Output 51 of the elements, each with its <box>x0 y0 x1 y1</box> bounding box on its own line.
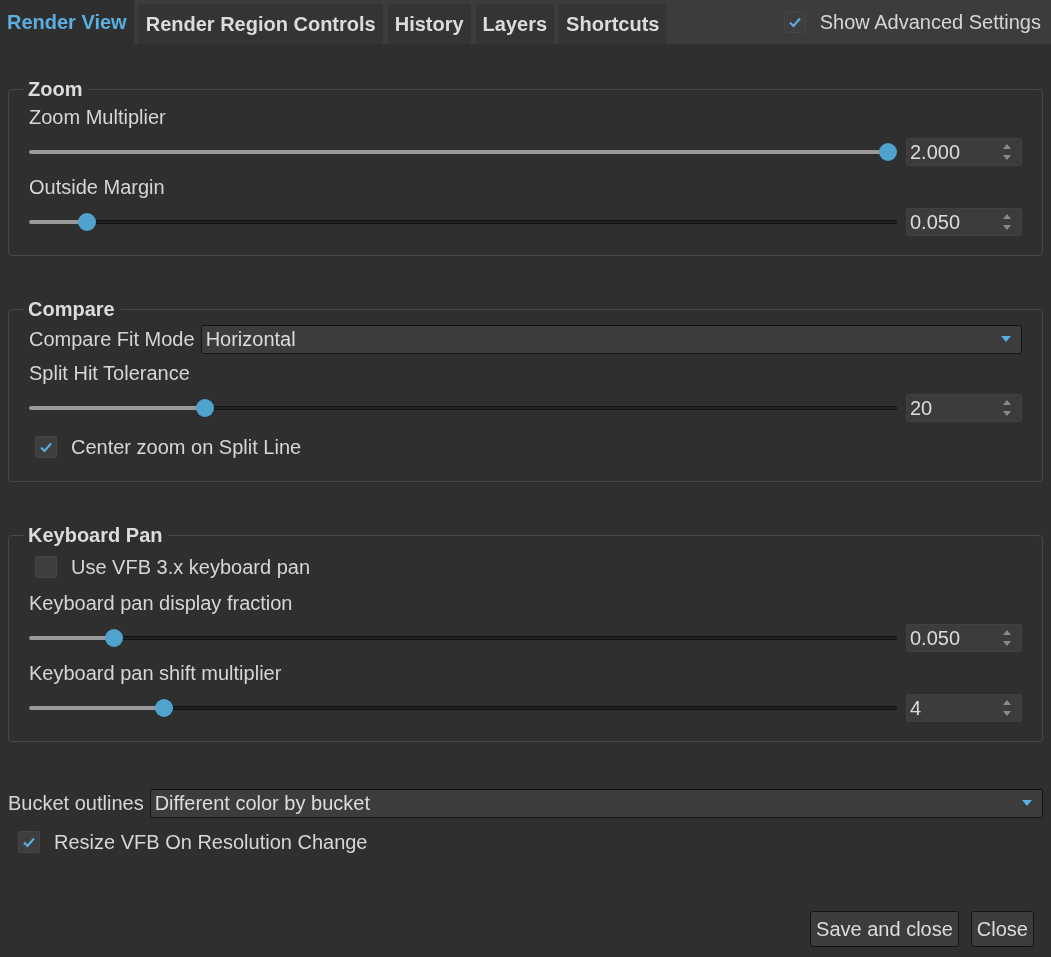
slider-label: Split Hit Tolerance <box>28 360 191 386</box>
group-title: Keyboard Pan <box>27 524 164 547</box>
number-field[interactable]: 20 <box>906 394 1022 422</box>
dialog-button[interactable]: Save and close <box>810 911 959 947</box>
group-title: Zoom <box>27 78 84 101</box>
tab[interactable]: History <box>387 4 471 44</box>
slider-thumb[interactable] <box>879 143 897 161</box>
slider[interactable] <box>29 698 897 718</box>
checkbox[interactable] <box>783 11 806 33</box>
slider-thumb[interactable] <box>196 399 215 417</box>
checkmark-icon <box>22 835 36 849</box>
dropdown[interactable]: Different color by bucket <box>149 788 1043 818</box>
tab[interactable]: Render Region Controls <box>138 4 383 44</box>
dropdown-arrow-icon <box>1001 335 1011 343</box>
slider[interactable] <box>29 628 897 648</box>
checkmark-icon <box>787 15 802 29</box>
slider-label: Keyboard pan shift multiplier <box>28 660 283 686</box>
tab[interactable]: Shortcuts <box>559 4 667 44</box>
group-title: Compare <box>27 298 116 321</box>
slider-thumb[interactable] <box>154 699 173 717</box>
checkbox[interactable] <box>18 831 40 853</box>
slider[interactable] <box>29 212 897 232</box>
spin-arrows-icon[interactable] <box>1003 399 1011 417</box>
dialog-button[interactable]: Close <box>970 911 1034 947</box>
slider-thumb[interactable] <box>78 213 97 231</box>
checkbox-label: Use VFB 3.x keyboard pan <box>71 555 310 579</box>
checkmark-icon <box>39 440 53 454</box>
number-field[interactable]: 0.050 <box>906 208 1022 236</box>
slider-label: Zoom Multiplier <box>28 104 167 130</box>
spin-arrows-icon[interactable] <box>1003 699 1011 717</box>
dropdown-arrow-icon <box>1022 799 1032 807</box>
checkbox-label: Show Advanced Settings <box>819 10 1041 34</box>
slider[interactable] <box>29 142 897 162</box>
dropdown-label: Bucket outlines <box>8 791 144 815</box>
slider-label: Outside Margin <box>28 174 166 200</box>
number-field[interactable]: 4 <box>906 694 1022 722</box>
checkbox-label: Center zoom on Split Line <box>71 435 302 459</box>
slider[interactable] <box>29 398 897 418</box>
checkbox[interactable] <box>35 436 57 458</box>
number-field[interactable]: 0.050 <box>906 624 1022 652</box>
slider-thumb[interactable] <box>104 629 123 647</box>
spin-arrows-icon[interactable] <box>1003 213 1011 231</box>
tab[interactable]: Layers <box>475 4 555 44</box>
dropdown[interactable]: Horizontal <box>200 324 1022 354</box>
spin-arrows-icon[interactable] <box>1003 629 1011 647</box>
slider-label: Keyboard pan display fraction <box>28 590 294 616</box>
dropdown-label: Compare Fit Mode <box>29 327 195 351</box>
spin-arrows-icon[interactable] <box>1003 143 1011 161</box>
checkbox-label: Resize VFB On Resolution Change <box>54 830 368 854</box>
tab[interactable]: Render View <box>0 0 134 44</box>
number-field[interactable]: 2.000 <box>906 138 1022 166</box>
